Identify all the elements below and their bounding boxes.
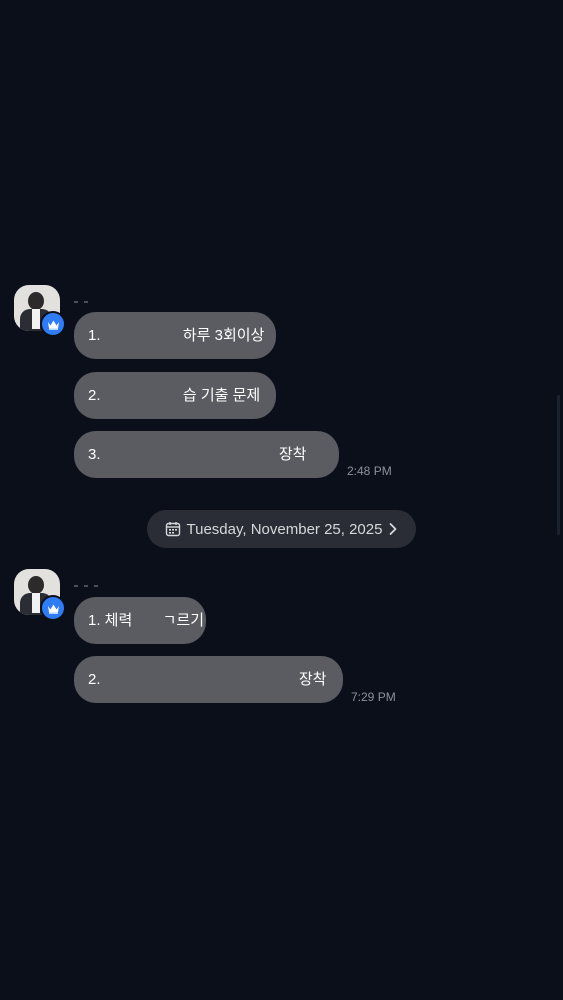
chat-screen: 1. 하루 3회이상 2. 습 기출 문제 3. 장착 2:48 PM Tues… xyxy=(0,0,563,1000)
message-bubble[interactable]: 2. 장착 xyxy=(74,656,343,703)
message-timestamp: 2:48 PM xyxy=(347,464,392,478)
avatar[interactable] xyxy=(14,285,66,337)
message-text-suffix: 하루 3회이상 xyxy=(182,327,265,344)
message-text-prefix: 1. xyxy=(88,327,101,344)
sender-name xyxy=(74,293,134,303)
message-bubble[interactable]: 1. 하루 3회이상 xyxy=(74,312,276,359)
message-group-1: 1. 하루 3회이상 2. 습 기출 문제 3. 장착 2:48 PM xyxy=(14,285,544,485)
message-text-suffix: 습 기출 문제 xyxy=(182,387,261,404)
message-text-prefix: 2. xyxy=(88,387,101,404)
date-separator[interactable]: Tuesday, November 25, 2025 xyxy=(147,510,416,548)
chevron-right-icon xyxy=(390,523,397,535)
crown-icon xyxy=(40,595,66,621)
message-text-prefix: 2. xyxy=(88,671,101,688)
avatar[interactable] xyxy=(14,569,66,621)
message-text-suffix: 장착 xyxy=(298,671,327,688)
message-group-2: 1. 체력 ㄱ르기 2. 장착 7:29 PM xyxy=(14,569,544,709)
message-bubble[interactable]: 1. 체력 ㄱ르기 xyxy=(74,597,206,644)
message-bubble[interactable]: 3. 장착 xyxy=(74,431,339,478)
date-separator-label: Tuesday, November 25, 2025 xyxy=(186,520,383,538)
scrollbar[interactable] xyxy=(557,395,560,535)
message-text-prefix: 1. 체력 xyxy=(88,612,133,629)
message-bubble[interactable]: 2. 습 기출 문제 xyxy=(74,372,276,419)
message-text-suffix: ㄱ르기 xyxy=(162,612,205,629)
calendar-icon xyxy=(165,522,180,537)
crown-icon xyxy=(40,311,66,337)
message-text-suffix: 장착 xyxy=(278,446,307,463)
message-text-prefix: 3. xyxy=(88,446,101,463)
sender-name xyxy=(74,577,134,587)
message-timestamp: 7:29 PM xyxy=(351,690,396,704)
